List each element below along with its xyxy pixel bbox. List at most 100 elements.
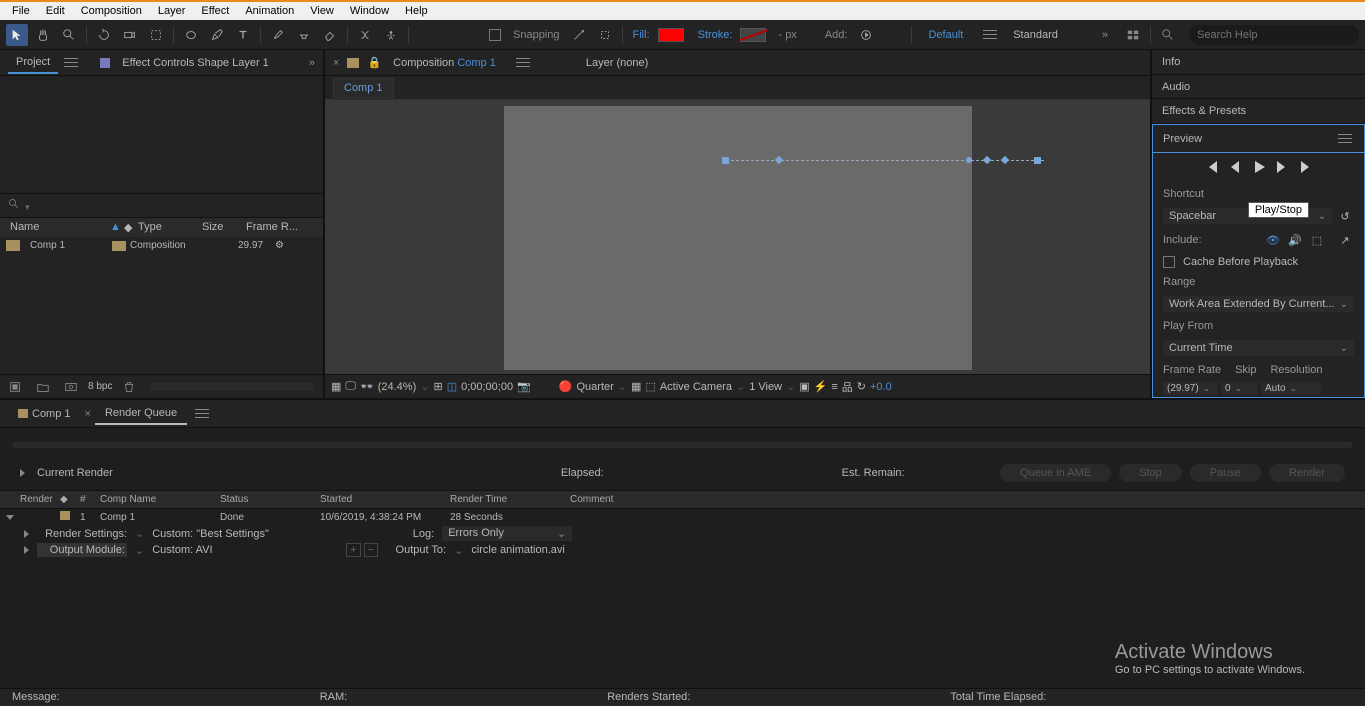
menu-animation[interactable]: Animation [237, 3, 302, 19]
col-started[interactable]: Started [320, 494, 450, 505]
play-button[interactable] [1253, 161, 1265, 176]
panel-menu-icon[interactable] [516, 57, 532, 69]
puppet-tool[interactable] [380, 24, 402, 46]
col-rendertime[interactable]: Render Time [450, 494, 570, 505]
selection-tool[interactable] [6, 24, 28, 46]
menu-layer[interactable]: Layer [150, 3, 194, 19]
overflow-icon[interactable]: » [1102, 29, 1108, 41]
playfrom-select[interactable]: Current Time [1163, 340, 1354, 356]
expand-toggle[interactable] [24, 530, 29, 538]
monitor-icon[interactable]: 🖵 [345, 380, 356, 393]
col-comment[interactable]: Comment [570, 494, 613, 505]
workspace-default[interactable]: Default [918, 27, 973, 43]
output-to-value[interactable]: circle animation.avi [471, 544, 565, 556]
snap-opt2-icon[interactable] [594, 24, 616, 46]
comp-breadcrumb[interactable]: Comp 1 [333, 78, 394, 98]
overlay-icon[interactable]: ⬚ [1308, 232, 1326, 248]
rotation-tool[interactable] [93, 24, 115, 46]
safe-zones-icon[interactable]: ◫ [447, 380, 457, 393]
close-tab-icon[interactable]: × [85, 408, 91, 420]
render-queue-tab[interactable]: Render Queue [95, 403, 187, 425]
log-select[interactable]: Errors Only⌄ [442, 526, 572, 541]
pause-button[interactable]: Pause [1190, 464, 1261, 482]
fill-color-swatch[interactable] [658, 28, 684, 42]
views-select[interactable]: 1 View [749, 381, 782, 393]
roto-tool[interactable] [354, 24, 376, 46]
prev-frame-button[interactable] [1229, 161, 1243, 176]
range-select[interactable]: Work Area Extended By Current... [1163, 296, 1354, 312]
resolution-icon[interactable]: ⊞ [433, 380, 442, 393]
col-frame[interactable]: Frame R... [242, 221, 302, 234]
fill-label[interactable]: Fill: [633, 29, 650, 41]
loop-icon[interactable]: ↗ [1336, 232, 1354, 248]
overflow-icon[interactable]: » [309, 57, 315, 69]
cache-checkbox[interactable] [1163, 256, 1175, 268]
menu-help[interactable]: Help [397, 3, 436, 19]
keyframe[interactable] [1000, 156, 1008, 164]
camera-select[interactable]: Active Camera [660, 381, 732, 393]
effect-controls-tab[interactable]: Effect Controls Shape Layer 1 [114, 53, 277, 73]
keyframe[interactable] [982, 156, 990, 164]
expand-toggle[interactable] [6, 515, 14, 520]
video-icon[interactable]: 👁 [1264, 232, 1282, 248]
interpret-icon[interactable] [4, 376, 26, 398]
menu-effect[interactable]: Effect [193, 3, 237, 19]
stop-button[interactable]: Stop [1119, 464, 1182, 482]
menu-edit[interactable]: Edit [38, 3, 73, 19]
audio-icon[interactable]: 🔊 [1286, 232, 1304, 248]
exposure-value[interactable]: +0.0 [870, 381, 892, 393]
col-render[interactable]: Render [0, 494, 60, 505]
text-tool[interactable] [232, 24, 254, 46]
tag-icon[interactable]: ◆ [120, 221, 134, 234]
keyframe-handle[interactable] [1034, 157, 1041, 164]
skip-select[interactable]: 0 [1221, 382, 1257, 395]
menu-composition[interactable]: Composition [73, 3, 150, 19]
keyframe[interactable] [774, 156, 782, 164]
flowchart-icon[interactable]: 品 [842, 379, 853, 395]
reset-exposure-icon[interactable]: ↻ [857, 380, 866, 393]
project-tab[interactable]: Project [8, 52, 58, 74]
flowchart-icon[interactable]: ⚙ [271, 240, 288, 251]
composition-canvas[interactable] [504, 106, 972, 370]
stroke-label[interactable]: Stroke: [698, 29, 733, 41]
project-search[interactable]: ▾ [0, 193, 323, 218]
zoom-level[interactable]: (24.4%) [378, 381, 417, 393]
timecode[interactable]: 0;00;00;00 [461, 381, 513, 393]
close-tab-icon[interactable]: × [333, 57, 339, 69]
3d-icon[interactable]: ⬚ [645, 380, 655, 393]
snapshot-icon[interactable]: 📷 [517, 380, 531, 393]
reset-icon[interactable]: ↺ [1336, 208, 1354, 224]
motion-path[interactable] [726, 160, 1044, 162]
timeline-icon[interactable]: ≡ [831, 381, 837, 393]
bpc-label[interactable]: 8 bpc [88, 381, 112, 392]
col-status[interactable]: Status [220, 494, 320, 505]
snap-opt1-icon[interactable] [568, 24, 590, 46]
next-frame-button[interactable] [1275, 161, 1289, 176]
search-help-box[interactable] [1189, 25, 1359, 45]
quality-select[interactable]: Quarter [577, 381, 614, 393]
add-output-icon[interactable]: + [346, 543, 360, 557]
new-comp-icon[interactable] [60, 376, 82, 398]
snapping-checkbox[interactable] [489, 29, 501, 41]
first-frame-button[interactable] [1205, 161, 1219, 176]
pixel-aspect-icon[interactable]: ▣ [799, 380, 809, 393]
add-button[interactable] [855, 24, 877, 46]
timeline-comp-tab[interactable]: Comp 1 [8, 404, 81, 424]
project-item-comp1[interactable]: Comp 1 Composition 29.97 ⚙ [0, 237, 323, 254]
stroke-color-swatch[interactable] [740, 28, 766, 42]
clone-tool[interactable] [293, 24, 315, 46]
panel-grid-icon[interactable] [1122, 24, 1144, 46]
info-panel-header[interactable]: Info [1152, 50, 1365, 75]
last-frame-button[interactable] [1299, 161, 1313, 176]
menu-view[interactable]: View [302, 3, 342, 19]
folder-icon[interactable] [32, 376, 54, 398]
camera-tool[interactable] [119, 24, 141, 46]
output-module-label[interactable]: Output Module: [37, 543, 127, 557]
remove-output-icon[interactable]: − [364, 543, 378, 557]
pan-behind-tool[interactable] [145, 24, 167, 46]
trash-icon[interactable] [118, 376, 140, 398]
ws-menu-icon[interactable] [983, 29, 999, 41]
panel-menu-icon[interactable] [64, 57, 80, 69]
render-item-1[interactable]: 1 Comp 1 Done 10/6/2019, 4:38:24 PM 28 S… [0, 509, 1365, 525]
composition-viewer[interactable] [325, 100, 1150, 374]
